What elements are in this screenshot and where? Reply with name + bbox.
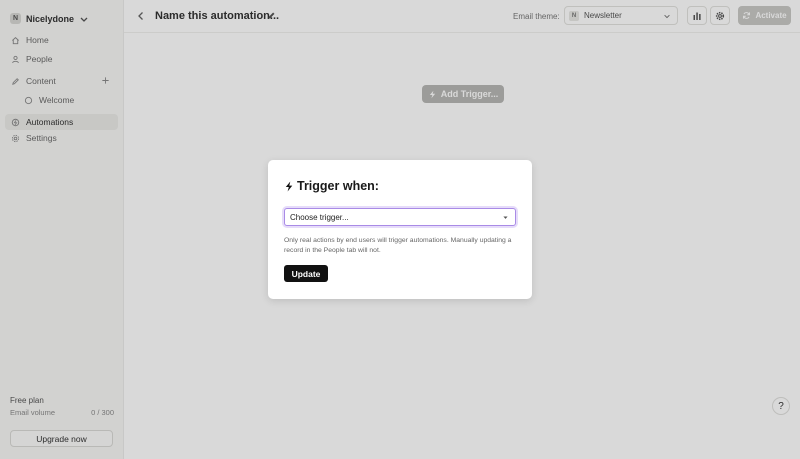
- caret-down-icon: [503, 216, 508, 219]
- trigger-select-value: Choose trigger...: [290, 212, 349, 222]
- lightning-icon: [285, 181, 293, 191]
- trigger-select[interactable]: Choose trigger...: [284, 208, 516, 226]
- modal-title: Trigger when:: [284, 179, 379, 193]
- trigger-help-text: Only real actions by end users will trig…: [284, 237, 512, 254]
- trigger-modal: Trigger when: Choose trigger... Only rea…: [268, 160, 532, 299]
- modal-title-text: Trigger when:: [297, 179, 379, 193]
- update-button[interactable]: Update: [284, 265, 328, 282]
